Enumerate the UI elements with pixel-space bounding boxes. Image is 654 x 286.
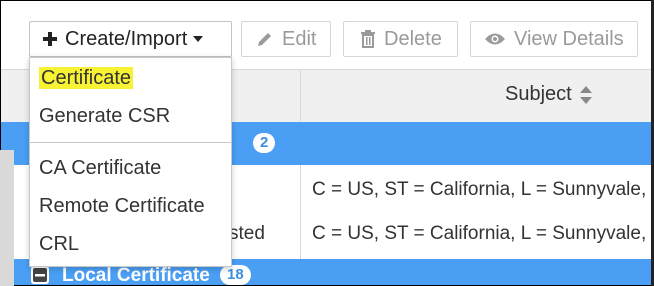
menu-item-label: CA Certificate: [39, 157, 162, 179]
group-label: Local Certificate: [62, 265, 210, 286]
create-import-dropdown: Certificate Generate CSR CA Certificate …: [29, 57, 232, 267]
menu-item-certificate[interactable]: Certificate: [30, 67, 231, 90]
plus-icon: [43, 32, 57, 46]
subject-header-label: Subject: [505, 83, 572, 105]
subject-cell: C = US, ST = California, L = Sunnyvale,: [312, 179, 647, 200]
menu-item-label: Generate CSR: [39, 105, 171, 127]
delete-label: Delete: [384, 27, 442, 50]
trash-icon: [360, 30, 376, 48]
name-cell: sted: [229, 223, 265, 244]
column-divider: [300, 69, 301, 121]
edit-button[interactable]: Edit: [241, 21, 331, 57]
eye-icon: [484, 32, 506, 46]
menu-divider: [30, 142, 231, 143]
create-import-button[interactable]: Create/Import: [29, 21, 232, 57]
sort-icon: [579, 85, 592, 104]
count-badge: 18: [220, 265, 251, 285]
pencil-icon: [256, 30, 274, 48]
create-import-label: Create/Import: [65, 27, 188, 50]
menu-item-label: CRL: [39, 233, 80, 255]
menu-item-crl[interactable]: CRL: [30, 233, 231, 256]
delete-button[interactable]: Delete: [343, 21, 458, 57]
subject-cell: C = US, ST = California, L = Sunnyvale,: [312, 223, 647, 244]
menu-item-remote-certificate[interactable]: Remote Certificate: [30, 195, 231, 218]
collapse-icon[interactable]: [31, 266, 49, 285]
menu-item-label: Remote Certificate: [39, 195, 205, 217]
view-details-button[interactable]: View Details: [470, 21, 638, 57]
edit-label: Edit: [282, 27, 317, 50]
menu-item-generate-csr[interactable]: Generate CSR: [30, 105, 231, 128]
menu-item-ca-certificate[interactable]: CA Certificate: [30, 157, 231, 180]
column-divider: [300, 209, 301, 259]
count-badge: 2: [253, 133, 276, 153]
certificate-panel: Create/Import Edit Delete View Details S…: [0, 0, 654, 286]
subject-column-header[interactable]: Subject: [505, 83, 592, 106]
view-details-label: View Details: [514, 27, 624, 50]
scrollbar[interactable]: [0, 150, 14, 286]
menu-item-label: Certificate: [39, 67, 134, 89]
chevron-down-icon: [193, 36, 204, 42]
